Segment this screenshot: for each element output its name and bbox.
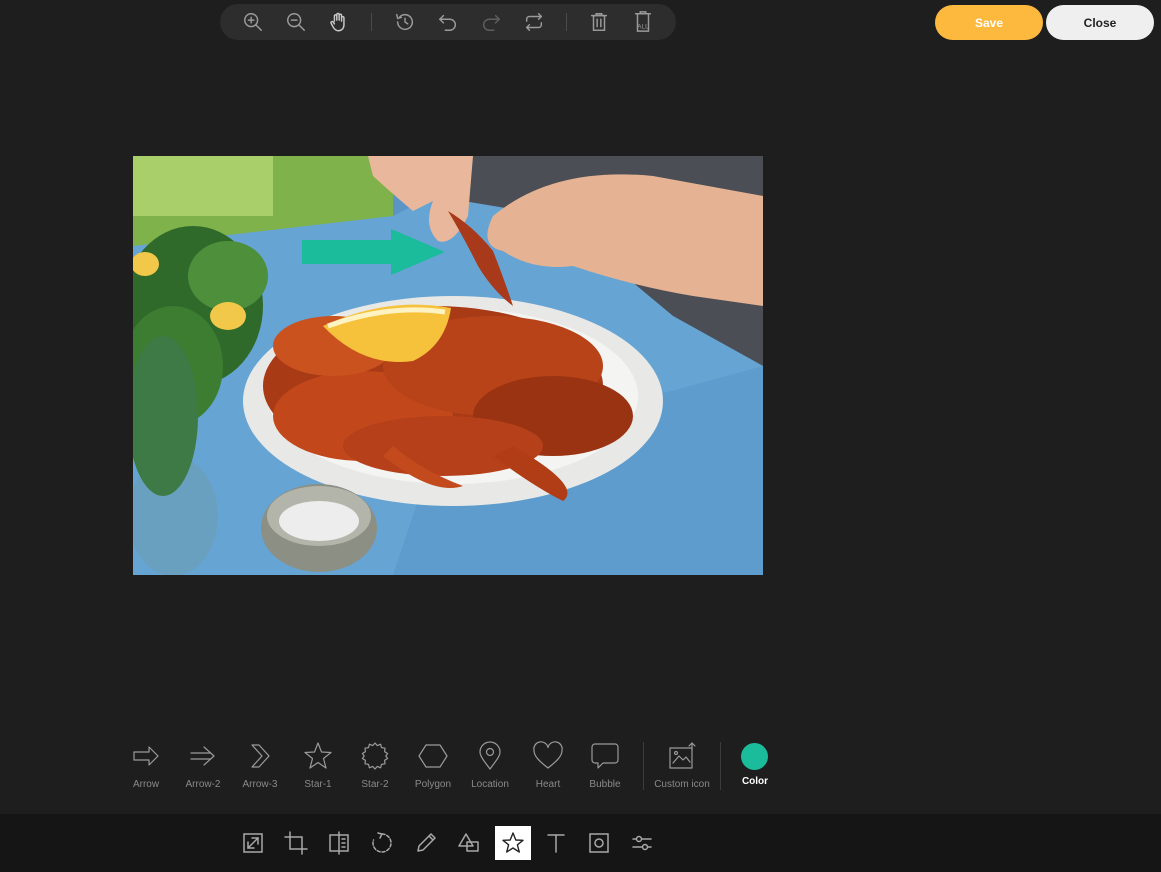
trash-icon — [590, 13, 608, 31]
tool-crop[interactable] — [278, 826, 314, 860]
history-icon — [396, 13, 414, 31]
delete-all-button[interactable]: ALL — [630, 9, 656, 35]
location-icon — [479, 741, 501, 770]
arrow-icon — [133, 746, 159, 766]
star-tool-icon — [502, 832, 524, 853]
save-button[interactable]: Save — [935, 5, 1043, 40]
mask-icon — [589, 833, 609, 853]
resize-icon — [243, 833, 263, 853]
tool-mask[interactable] — [581, 826, 617, 860]
delete-all-label: ALL — [637, 23, 649, 30]
custom-icon-label: Custom icon — [654, 779, 710, 790]
redo-icon — [483, 14, 500, 31]
heart-icon — [533, 741, 563, 769]
bottom-toolbar — [0, 814, 1161, 872]
bubble-icon — [591, 743, 619, 769]
close-button[interactable]: Close — [1046, 5, 1154, 40]
photo-crayfish — [133, 156, 763, 575]
tool-resize[interactable] — [235, 826, 271, 860]
history-button[interactable] — [392, 9, 418, 35]
hand-icon — [330, 12, 345, 32]
toolbar-divider — [566, 13, 567, 31]
tool-icon[interactable] — [495, 826, 531, 860]
tool-filter[interactable] — [624, 826, 660, 860]
shape-label: Bubble — [589, 779, 621, 790]
shape-bubble[interactable]: Bubble — [577, 740, 633, 796]
arrow-2-icon — [190, 746, 215, 766]
pan-button[interactable] — [326, 9, 352, 35]
tool-text[interactable] — [538, 826, 574, 860]
shapes-icon — [458, 833, 479, 852]
custom-icon-button[interactable]: Custom icon — [654, 740, 710, 796]
flip-icon — [329, 831, 349, 855]
toolbar-divider — [371, 13, 372, 31]
tool-rotate[interactable] — [364, 826, 400, 860]
star-icon — [304, 742, 332, 769]
delete-button[interactable] — [586, 9, 612, 35]
text-icon — [547, 834, 565, 853]
tool-shape[interactable] — [451, 826, 487, 860]
pencil-icon — [417, 833, 436, 852]
star-2-icon — [361, 742, 389, 770]
zoom-out-button[interactable] — [283, 9, 309, 35]
tool-flip[interactable] — [321, 826, 357, 860]
polygon-icon — [418, 744, 448, 768]
rotate-icon — [372, 832, 392, 853]
zoom-in-button[interactable] — [240, 9, 266, 35]
zoom-in-icon — [244, 13, 262, 31]
crop-icon — [284, 831, 308, 855]
image-editor: ALL Save Close Arrow Arrow-2 Arrow-3 Sta… — [0, 0, 1161, 872]
reset-button[interactable] — [521, 9, 547, 35]
tool-draw[interactable] — [408, 826, 444, 860]
sliders-icon — [632, 835, 652, 851]
redo-button[interactable] — [478, 9, 504, 35]
undo-button[interactable] — [435, 9, 461, 35]
zoom-out-icon — [287, 13, 305, 31]
trash-all-icon: ALL — [634, 11, 652, 32]
color-swatch[interactable] — [741, 743, 768, 770]
arrow-3-icon — [251, 744, 270, 768]
color-picker[interactable]: Color — [730, 742, 780, 792]
custom-icon-upload-icon — [669, 742, 696, 769]
top-toolbar: ALL — [220, 4, 676, 40]
image-canvas[interactable] — [133, 156, 763, 575]
color-label: Color — [741, 776, 769, 787]
undo-icon — [439, 14, 456, 31]
reset-icon — [525, 13, 543, 31]
